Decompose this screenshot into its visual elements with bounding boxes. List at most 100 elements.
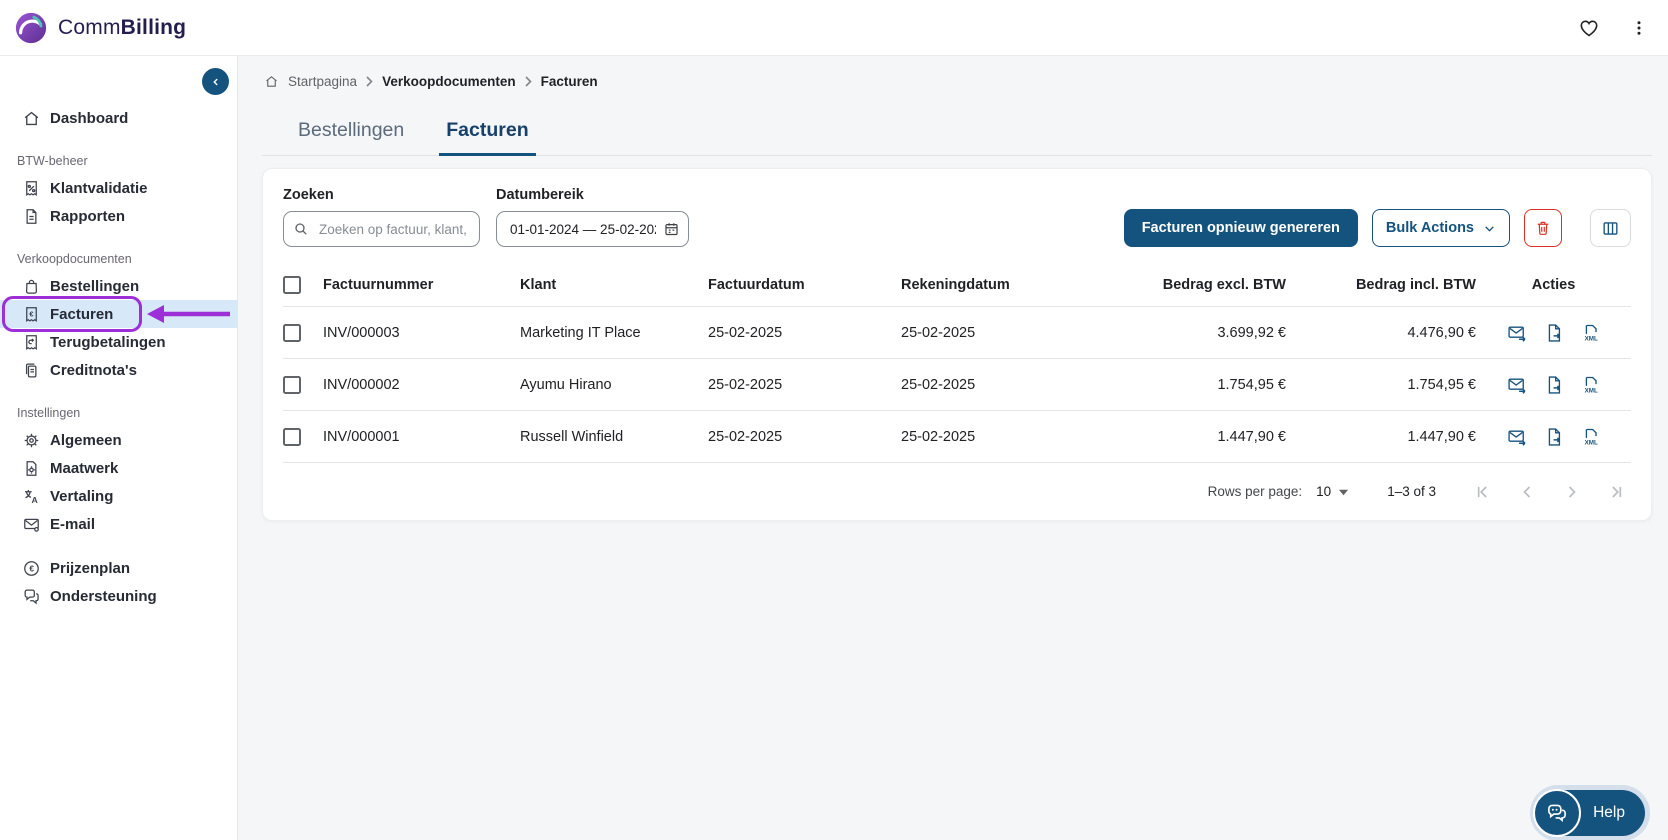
cell-amount-excl: 1.447,90 € xyxy=(1086,429,1286,445)
first-page-button[interactable] xyxy=(1472,482,1492,502)
bulk-actions-button[interactable]: Bulk Actions xyxy=(1372,209,1510,247)
last-page-button[interactable] xyxy=(1607,482,1627,502)
download-xml-button[interactable]: XML xyxy=(1581,427,1601,447)
cell-amount-incl: 4.476,90 € xyxy=(1286,325,1476,341)
sidebar-spacer xyxy=(0,538,237,554)
download-xml-button[interactable]: XML xyxy=(1581,323,1601,343)
file-export-icon xyxy=(1544,375,1564,395)
help-chat-icon xyxy=(1533,789,1581,837)
tab-bestellingen[interactable]: Bestellingen xyxy=(291,111,411,155)
breadcrumb-facturen: Facturen xyxy=(541,74,598,89)
export-pdf-button[interactable] xyxy=(1544,427,1564,447)
column-header-rekeningdatum: Rekeningdatum xyxy=(901,277,1086,293)
column-header-klant: Klant xyxy=(520,277,708,293)
column-header-factuurnummer: Factuurnummer xyxy=(323,277,520,293)
sidebar-item-label: Creditnota's xyxy=(50,362,137,379)
logo-mark-icon xyxy=(14,11,48,45)
sidebar-item-prijzenplan[interactable]: € Prijzenplan xyxy=(0,554,237,582)
select-all-checkbox[interactable] xyxy=(283,276,301,294)
more-menu-button[interactable] xyxy=(1628,16,1650,40)
file-xml-icon: XML xyxy=(1581,375,1601,395)
rows-per-page-select[interactable]: 10 xyxy=(1316,484,1349,499)
refund-receipt-icon xyxy=(22,333,41,352)
table-row: INV/000001 Russell Winfield 25-02-2025 2… xyxy=(283,411,1631,463)
row-checkbox[interactable] xyxy=(283,428,301,446)
sidebar-item-dashboard[interactable]: Dashboard xyxy=(0,104,237,132)
sidebar-item-email[interactable]: E-mail xyxy=(0,510,237,538)
row-checkbox[interactable] xyxy=(283,376,301,394)
sidebar-item-label: Klantvalidatie xyxy=(50,180,148,197)
export-pdf-button[interactable] xyxy=(1544,375,1564,395)
search-label: Zoeken xyxy=(283,187,480,203)
export-pdf-button[interactable] xyxy=(1544,323,1564,343)
row-checkbox[interactable] xyxy=(283,324,301,342)
sidebar-item-bestellingen[interactable]: Bestellingen xyxy=(0,272,237,300)
cell-amount-excl: 3.699,92 € xyxy=(1086,325,1286,341)
delete-button[interactable] xyxy=(1524,209,1562,247)
column-settings-button[interactable] xyxy=(1590,209,1631,247)
sidebar-item-facturen[interactable]: € Facturen xyxy=(0,300,237,328)
column-header-bedrag-excl: Bedrag excl. BTW xyxy=(1086,277,1286,293)
sidebar-item-label: Rapporten xyxy=(50,208,125,225)
sidebar-section-verkoopdocumenten: Verkoopdocumenten xyxy=(0,246,237,272)
toolbar: Facturen opnieuw genereren Bulk Actions xyxy=(1124,209,1631,247)
file-xml-icon: XML xyxy=(1581,323,1601,343)
cell-amount-excl: 1.754,95 € xyxy=(1086,377,1286,393)
sidebar-item-creditnotas[interactable]: Creditnota's xyxy=(0,356,237,384)
mail-send-icon xyxy=(1507,323,1527,343)
svg-text:A: A xyxy=(32,495,39,505)
send-email-button[interactable] xyxy=(1507,427,1527,447)
send-email-button[interactable] xyxy=(1507,375,1527,395)
gear-icon xyxy=(22,431,41,450)
document-gear-icon xyxy=(22,459,41,478)
search-input[interactable] xyxy=(283,211,480,247)
sidebar-item-algemeen[interactable]: Algemeen xyxy=(0,426,237,454)
sidebar-item-label: E-mail xyxy=(50,516,95,533)
pagination: Rows per page: 10 1–3 of 3 xyxy=(283,463,1631,520)
breadcrumb-verkoopdocumenten[interactable]: Verkoopdocumenten xyxy=(382,74,516,89)
sidebar-item-ondersteuning[interactable]: Ondersteuning xyxy=(0,582,237,610)
search-filter: Zoeken xyxy=(283,187,480,247)
sidebar-item-label: Algemeen xyxy=(50,432,122,449)
filter-row: Zoeken Datumbereik xyxy=(283,187,1631,247)
sidebar-section-btw: BTW-beheer xyxy=(0,148,237,174)
svg-text:€: € xyxy=(29,309,34,318)
favorites-button[interactable] xyxy=(1576,15,1602,41)
previous-page-button[interactable] xyxy=(1517,482,1537,502)
chevron-right-icon xyxy=(366,76,373,87)
sidebar-item-klantvalidatie[interactable]: Klantvalidatie xyxy=(0,174,237,202)
column-header-bedrag-incl: Bedrag incl. BTW xyxy=(1286,277,1476,293)
help-button[interactable]: Help xyxy=(1535,790,1645,836)
download-xml-button[interactable]: XML xyxy=(1581,375,1601,395)
sidebar-item-label: Bestellingen xyxy=(50,278,139,295)
tab-facturen[interactable]: Facturen xyxy=(439,111,535,155)
column-header-factuurdatum: Factuurdatum xyxy=(708,277,901,293)
last-page-icon xyxy=(1607,482,1627,502)
regenerate-invoices-button[interactable]: Facturen opnieuw genereren xyxy=(1124,209,1358,247)
breadcrumb-startpagina[interactable]: Startpagina xyxy=(288,74,357,89)
sidebar-item-rapporten[interactable]: Rapporten xyxy=(0,202,237,230)
svg-text:XML: XML xyxy=(1584,387,1597,394)
first-page-icon xyxy=(1472,482,1492,502)
file-xml-icon: XML xyxy=(1581,427,1601,447)
next-page-button[interactable] xyxy=(1562,482,1582,502)
svg-text:XML: XML xyxy=(1584,335,1597,342)
sidebar-item-terugbetalingen[interactable]: Terugbetalingen xyxy=(0,328,237,356)
send-email-button[interactable] xyxy=(1507,323,1527,343)
date-range-label: Datumbereik xyxy=(496,187,689,203)
cell-invoice-date: 25-02-2025 xyxy=(708,429,901,445)
pagination-range: 1–3 of 3 xyxy=(1387,484,1436,499)
sidebar-collapse-button[interactable] xyxy=(202,68,229,95)
bulk-actions-label: Bulk Actions xyxy=(1386,220,1474,236)
search-icon xyxy=(293,221,309,237)
date-range-input[interactable] xyxy=(496,211,689,247)
sidebar-item-maatwerk[interactable]: Maatwerk xyxy=(0,454,237,482)
sidebar: Dashboard BTW-beheer Klantvalidatie Rapp… xyxy=(0,56,238,840)
dropdown-arrow-icon xyxy=(1338,488,1349,496)
chevron-down-icon xyxy=(1483,222,1496,235)
mail-send-icon xyxy=(1507,427,1527,447)
sidebar-item-vertaling[interactable]: A Vertaling xyxy=(0,482,237,510)
help-label: Help xyxy=(1593,804,1625,822)
invoices-table: Factuurnummer Klant Factuurdatum Rekenin… xyxy=(283,263,1631,463)
chevron-left-icon xyxy=(1517,482,1537,502)
